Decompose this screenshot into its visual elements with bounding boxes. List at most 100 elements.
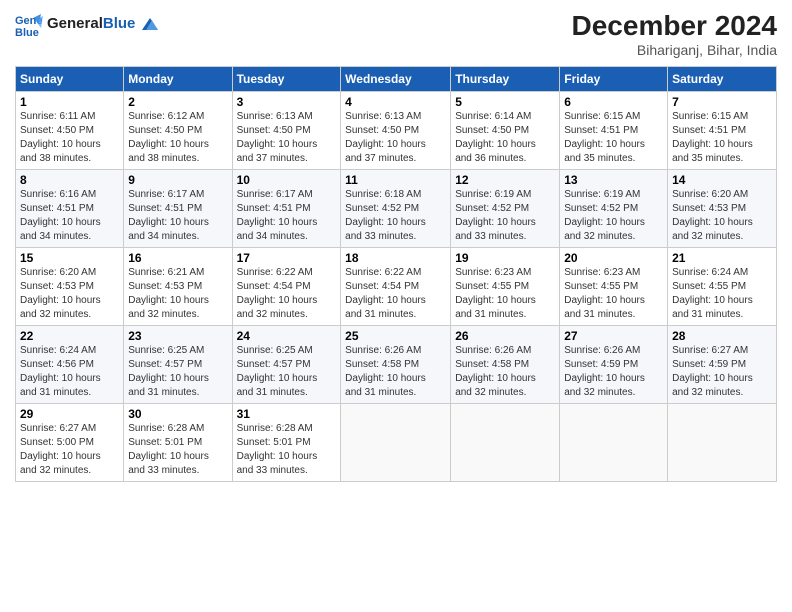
header: General Blue GeneralBlue December 2024 B… <box>15 10 777 58</box>
day-number: 13 <box>564 173 663 187</box>
day-number: 3 <box>237 95 337 109</box>
day-info: Sunrise: 6:20 AMSunset: 4:53 PMDaylight:… <box>20 266 119 322</box>
calendar-cell: 5Sunrise: 6:14 AMSunset: 4:50 PMDaylight… <box>451 92 560 170</box>
calendar-cell: 6Sunrise: 6:15 AMSunset: 4:51 PMDaylight… <box>560 92 668 170</box>
calendar-container: General Blue GeneralBlue December 2024 B… <box>0 0 792 612</box>
day-info: Sunrise: 6:26 AMSunset: 4:58 PMDaylight:… <box>455 344 555 400</box>
calendar-cell <box>451 404 560 482</box>
day-number: 12 <box>455 173 555 187</box>
calendar-cell: 16Sunrise: 6:21 AMSunset: 4:53 PMDayligh… <box>124 248 232 326</box>
calendar-cell: 1Sunrise: 6:11 AMSunset: 4:50 PMDaylight… <box>16 92 124 170</box>
day-number: 16 <box>128 251 227 265</box>
calendar-cell: 12Sunrise: 6:19 AMSunset: 4:52 PMDayligh… <box>451 170 560 248</box>
logo-text: GeneralBlue <box>47 16 158 33</box>
day-info: Sunrise: 6:19 AMSunset: 4:52 PMDaylight:… <box>455 188 555 244</box>
calendar-cell: 14Sunrise: 6:20 AMSunset: 4:53 PMDayligh… <box>668 170 777 248</box>
calendar-cell: 8Sunrise: 6:16 AMSunset: 4:51 PMDaylight… <box>16 170 124 248</box>
day-info: Sunrise: 6:28 AMSunset: 5:01 PMDaylight:… <box>128 422 227 478</box>
calendar-table: SundayMondayTuesdayWednesdayThursdayFrid… <box>15 66 777 482</box>
calendar-cell: 13Sunrise: 6:19 AMSunset: 4:52 PMDayligh… <box>560 170 668 248</box>
day-number: 4 <box>345 95 446 109</box>
calendar-cell <box>560 404 668 482</box>
day-number: 21 <box>672 251 772 265</box>
calendar-cell: 26Sunrise: 6:26 AMSunset: 4:58 PMDayligh… <box>451 326 560 404</box>
day-number: 18 <box>345 251 446 265</box>
day-number: 2 <box>128 95 227 109</box>
calendar-cell: 4Sunrise: 6:13 AMSunset: 4:50 PMDaylight… <box>341 92 451 170</box>
day-number: 30 <box>128 407 227 421</box>
weekday-header-thursday: Thursday <box>451 67 560 92</box>
day-number: 27 <box>564 329 663 343</box>
calendar-cell: 20Sunrise: 6:23 AMSunset: 4:55 PMDayligh… <box>560 248 668 326</box>
day-number: 23 <box>128 329 227 343</box>
day-number: 8 <box>20 173 119 187</box>
day-info: Sunrise: 6:11 AMSunset: 4:50 PMDaylight:… <box>20 110 119 166</box>
day-number: 29 <box>20 407 119 421</box>
calendar-cell: 17Sunrise: 6:22 AMSunset: 4:54 PMDayligh… <box>232 248 341 326</box>
subtitle: Bihariganj, Bihar, India <box>572 42 777 58</box>
day-info: Sunrise: 6:16 AMSunset: 4:51 PMDaylight:… <box>20 188 119 244</box>
calendar-cell: 24Sunrise: 6:25 AMSunset: 4:57 PMDayligh… <box>232 326 341 404</box>
logo-icon: General Blue <box>15 10 43 38</box>
day-number: 15 <box>20 251 119 265</box>
day-info: Sunrise: 6:14 AMSunset: 4:50 PMDaylight:… <box>455 110 555 166</box>
day-info: Sunrise: 6:19 AMSunset: 4:52 PMDaylight:… <box>564 188 663 244</box>
day-number: 31 <box>237 407 337 421</box>
calendar-cell <box>341 404 451 482</box>
title-block: December 2024 Bihariganj, Bihar, India <box>572 10 777 58</box>
day-info: Sunrise: 6:27 AMSunset: 5:00 PMDaylight:… <box>20 422 119 478</box>
day-info: Sunrise: 6:20 AMSunset: 4:53 PMDaylight:… <box>672 188 772 244</box>
day-info: Sunrise: 6:27 AMSunset: 4:59 PMDaylight:… <box>672 344 772 400</box>
day-number: 5 <box>455 95 555 109</box>
day-number: 7 <box>672 95 772 109</box>
day-number: 20 <box>564 251 663 265</box>
day-info: Sunrise: 6:23 AMSunset: 4:55 PMDaylight:… <box>564 266 663 322</box>
day-info: Sunrise: 6:21 AMSunset: 4:53 PMDaylight:… <box>128 266 227 322</box>
day-number: 14 <box>672 173 772 187</box>
calendar-cell: 9Sunrise: 6:17 AMSunset: 4:51 PMDaylight… <box>124 170 232 248</box>
weekday-header-saturday: Saturday <box>668 67 777 92</box>
day-number: 10 <box>237 173 337 187</box>
day-number: 17 <box>237 251 337 265</box>
calendar-cell: 19Sunrise: 6:23 AMSunset: 4:55 PMDayligh… <box>451 248 560 326</box>
day-info: Sunrise: 6:24 AMSunset: 4:55 PMDaylight:… <box>672 266 772 322</box>
day-info: Sunrise: 6:22 AMSunset: 4:54 PMDaylight:… <box>237 266 337 322</box>
calendar-cell: 7Sunrise: 6:15 AMSunset: 4:51 PMDaylight… <box>668 92 777 170</box>
day-number: 26 <box>455 329 555 343</box>
day-info: Sunrise: 6:26 AMSunset: 4:59 PMDaylight:… <box>564 344 663 400</box>
calendar-cell: 30Sunrise: 6:28 AMSunset: 5:01 PMDayligh… <box>124 404 232 482</box>
calendar-cell: 25Sunrise: 6:26 AMSunset: 4:58 PMDayligh… <box>341 326 451 404</box>
calendar-cell <box>668 404 777 482</box>
calendar-cell: 11Sunrise: 6:18 AMSunset: 4:52 PMDayligh… <box>341 170 451 248</box>
day-number: 19 <box>455 251 555 265</box>
calendar-cell: 23Sunrise: 6:25 AMSunset: 4:57 PMDayligh… <box>124 326 232 404</box>
calendar-cell: 27Sunrise: 6:26 AMSunset: 4:59 PMDayligh… <box>560 326 668 404</box>
calendar-cell: 29Sunrise: 6:27 AMSunset: 5:00 PMDayligh… <box>16 404 124 482</box>
calendar-cell: 22Sunrise: 6:24 AMSunset: 4:56 PMDayligh… <box>16 326 124 404</box>
calendar-cell: 10Sunrise: 6:17 AMSunset: 4:51 PMDayligh… <box>232 170 341 248</box>
day-number: 25 <box>345 329 446 343</box>
calendar-cell: 28Sunrise: 6:27 AMSunset: 4:59 PMDayligh… <box>668 326 777 404</box>
calendar-cell: 2Sunrise: 6:12 AMSunset: 4:50 PMDaylight… <box>124 92 232 170</box>
day-info: Sunrise: 6:25 AMSunset: 4:57 PMDaylight:… <box>128 344 227 400</box>
calendar-cell: 21Sunrise: 6:24 AMSunset: 4:55 PMDayligh… <box>668 248 777 326</box>
calendar-cell: 3Sunrise: 6:13 AMSunset: 4:50 PMDaylight… <box>232 92 341 170</box>
weekday-header-sunday: Sunday <box>16 67 124 92</box>
calendar-cell: 18Sunrise: 6:22 AMSunset: 4:54 PMDayligh… <box>341 248 451 326</box>
day-info: Sunrise: 6:28 AMSunset: 5:01 PMDaylight:… <box>237 422 337 478</box>
day-number: 11 <box>345 173 446 187</box>
day-info: Sunrise: 6:18 AMSunset: 4:52 PMDaylight:… <box>345 188 446 244</box>
weekday-header-tuesday: Tuesday <box>232 67 341 92</box>
logo: General Blue GeneralBlue <box>15 10 158 38</box>
day-number: 9 <box>128 173 227 187</box>
weekday-header-monday: Monday <box>124 67 232 92</box>
calendar-cell: 31Sunrise: 6:28 AMSunset: 5:01 PMDayligh… <box>232 404 341 482</box>
day-number: 28 <box>672 329 772 343</box>
weekday-header-friday: Friday <box>560 67 668 92</box>
svg-text:Blue: Blue <box>15 27 39 38</box>
day-info: Sunrise: 6:12 AMSunset: 4:50 PMDaylight:… <box>128 110 227 166</box>
day-info: Sunrise: 6:24 AMSunset: 4:56 PMDaylight:… <box>20 344 119 400</box>
main-title: December 2024 <box>572 10 777 42</box>
day-info: Sunrise: 6:17 AMSunset: 4:51 PMDaylight:… <box>237 188 337 244</box>
weekday-header-wednesday: Wednesday <box>341 67 451 92</box>
